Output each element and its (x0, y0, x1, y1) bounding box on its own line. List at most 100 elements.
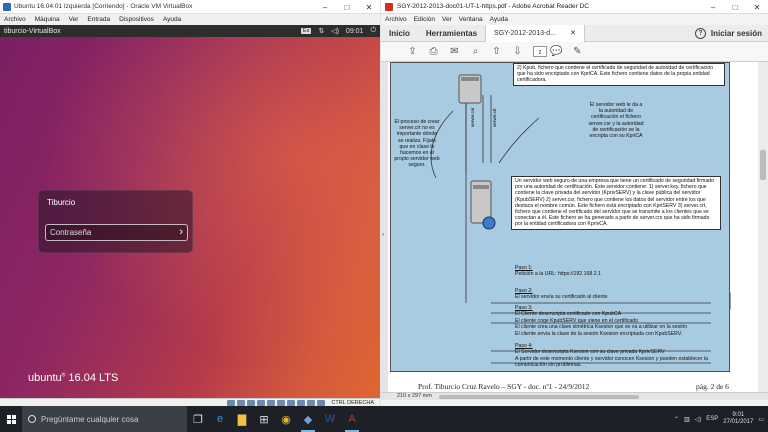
virtualbox-taskbar-icon[interactable]: ◆ (297, 406, 319, 432)
acrobat-icon (385, 2, 393, 11)
horizontal-scrollbar[interactable] (439, 395, 639, 399)
step-1: Paso 1: Petición a la URL: https://192.1… (515, 265, 601, 278)
virtualbox-titlebar[interactable]: Ubuntu 16.04.01 Izquierda [Corriendo] - … (0, 0, 380, 14)
login-box: Tiburcio Contraseña › (38, 190, 193, 253)
acrobat-toolbar: ⇪ ⎙ ✉ ⌕ ⇧ ⇩ 2 / 6 💬 ✎ (381, 42, 768, 62)
volume-icon[interactable]: ◁) (331, 27, 339, 35)
search-icon[interactable]: ⌕ (470, 46, 481, 57)
left-note: El proceso de crear server.crt no es imp… (391, 118, 443, 170)
right-note-text: El servidor web le da a la autoridad de … (588, 102, 644, 140)
cortana-search-box[interactable]: Pregúntame cualquier cosa (22, 406, 187, 432)
page-number-input[interactable]: 2 (533, 46, 547, 57)
pen-icon[interactable]: ✎ (572, 46, 583, 57)
acrobat-window: SGY-2012-2013-doc01-UT-1-https.pdf - Ado… (381, 0, 768, 406)
upload-icon[interactable]: ⇪ (407, 46, 418, 57)
network-icon[interactable]: ⇅ (318, 27, 324, 35)
acrobat-title: SGY-2012-2013-doc01-UT-1-https.pdf - Ado… (397, 3, 589, 10)
left-panel-collapsed[interactable]: › (381, 62, 388, 392)
edge-icon[interactable]: e (209, 406, 231, 432)
notifications-icon[interactable]: ▭ (758, 416, 764, 423)
system-tray: ⌃ ▥ ◁) ESP 9:01 27/01/2017 ▭ (674, 406, 764, 432)
clock-date: 27/01/2017 (723, 419, 754, 425)
tab-document[interactable]: SGY-2012-2013-d... ✕ (485, 24, 586, 42)
step-1-line-1: Petición a la URL: https://192.168.2.1 (515, 271, 601, 278)
file-explorer-icon[interactable]: ▇ (231, 406, 253, 432)
search-placeholder: Pregúntame cualquier cosa (41, 414, 139, 424)
help-icon[interactable]: ? (695, 28, 706, 39)
vertical-scrollbar[interactable] (758, 62, 768, 392)
acrobat-taskbar-icon[interactable]: A (341, 406, 363, 432)
virtualbox-title: Ubuntu 16.04.01 Izquierda [Corriendo] - … (14, 3, 193, 10)
server-description-text: Un servidor web seguro de una empresa qu… (515, 178, 714, 228)
footer-left: Prof. Tiburcio Cruz Ravelo – SGY - doc. … (418, 382, 590, 391)
tab-herramientas[interactable]: Herramientas (418, 25, 485, 42)
document-tab-label: SGY-2012-2013-d... (494, 29, 557, 37)
step-3-line-4: El cliente envía la clave de la sesión K… (515, 330, 683, 337)
maximize-button[interactable]: □ (336, 0, 358, 14)
page-navigator: 2 / 6 (533, 46, 547, 57)
csr-arrow-label: server.csr (470, 107, 475, 127)
diagram-figure: 2) Kpub, fichero que contiene el certifi… (390, 62, 731, 372)
top-note-box: 2) Kpub, fichero que contiene el certifi… (513, 63, 725, 86)
server-icon (458, 74, 482, 104)
start-button[interactable] (0, 406, 22, 432)
menu-archivo[interactable]: Archivo (385, 16, 407, 23)
ubuntu-clock[interactable]: 09:01 (346, 28, 364, 35)
page-size: 210 x 297 mm (397, 393, 432, 399)
email-icon[interactable]: ✉ (449, 46, 460, 57)
menu-archivo[interactable]: Archivo (4, 16, 26, 23)
scrollbar-thumb[interactable] (760, 150, 766, 180)
windows-taskbar: Pregúntame cualquier cosa ❐ e ▇ ⊞ ◉ ◆ W … (0, 406, 768, 432)
ubuntu-logo: ubuntu® 16.04 LTS (28, 372, 119, 384)
step-3-line-3: El cliente crea una clave simétrica Kses… (515, 324, 688, 331)
acrobat-titlebar[interactable]: SGY-2012-2013-doc01-UT-1-https.pdf - Ado… (381, 0, 768, 14)
footer-page-number: pág. 2 de 6 (696, 382, 729, 391)
word-icon[interactable]: W (319, 406, 341, 432)
keyboard-layout[interactable]: Es (300, 28, 312, 34)
menu-entrada[interactable]: Entrada (87, 16, 110, 23)
menu-ayuda[interactable]: Ayuda (163, 16, 181, 23)
print-icon[interactable]: ⎙ (428, 46, 439, 57)
menu-edicion[interactable]: Edición (414, 16, 435, 23)
close-tab-icon[interactable]: ✕ (570, 29, 576, 37)
taskbar-clock[interactable]: 9:01 27/01/2017 (723, 412, 753, 426)
menu-ver[interactable]: Ver (69, 16, 79, 23)
server-icon-middle (470, 180, 496, 230)
ubuntu-wordmark: ubuntu (28, 372, 62, 384)
right-note-arrow (498, 117, 540, 164)
next-page-icon[interactable]: ⇩ (512, 46, 523, 57)
expand-panel-icon[interactable]: › (382, 232, 384, 238)
right-note: El servidor web le da a la autoridad de … (585, 101, 647, 140)
keyboard-language[interactable]: ESP (706, 416, 718, 422)
sign-in-button[interactable]: Iniciar sesión (711, 25, 762, 42)
menu-maquina[interactable]: Máquina (35, 16, 60, 23)
user-name[interactable]: Tiburcio (47, 198, 75, 207)
chevron-right-icon[interactable]: › (179, 226, 183, 238)
tray-chevron-icon[interactable]: ⌃ (674, 416, 679, 423)
menu-ver[interactable]: Ver (442, 16, 452, 23)
virtualbox-window: Ubuntu 16.04.01 Izquierda [Corriendo] - … (0, 0, 380, 407)
minimize-button[interactable]: – (702, 0, 724, 14)
menu-dispositivos[interactable]: Dispositivos (119, 16, 154, 23)
maximize-button[interactable]: □ (724, 0, 746, 14)
network-tray-icon[interactable]: ▥ (684, 416, 690, 423)
minimize-button[interactable]: – (314, 0, 336, 14)
comment-icon[interactable]: 💬 (550, 46, 562, 57)
password-field[interactable]: Contraseña › (45, 224, 188, 241)
tab-inicio[interactable]: Inicio (381, 25, 418, 42)
previous-page-icon[interactable]: ⇧ (491, 46, 502, 57)
step-4: Paso 4: El Servidor desencripta Ksesion … (515, 343, 725, 369)
store-icon[interactable]: ⊞ (253, 406, 275, 432)
step-4-line-2: A partir de este momento cliente y servi… (515, 355, 708, 369)
chrome-icon[interactable]: ◉ (275, 406, 297, 432)
close-button[interactable]: ✕ (358, 0, 380, 14)
menu-ventana[interactable]: Ventana (459, 16, 483, 23)
hostname: tiburcio-VirtualBox (4, 27, 61, 35)
close-button[interactable]: ✕ (746, 0, 768, 14)
task-view-icon[interactable]: ❐ (187, 406, 209, 432)
ubuntu-login-screen: tiburcio-VirtualBox Es ⇅ ◁) 09:01 ⏻ Tibu… (0, 25, 380, 398)
power-icon[interactable]: ⏻ (370, 27, 376, 35)
password-placeholder: Contraseña (50, 228, 92, 237)
menu-ayuda[interactable]: Ayuda (490, 16, 508, 23)
volume-tray-icon[interactable]: ◁) (695, 416, 702, 423)
